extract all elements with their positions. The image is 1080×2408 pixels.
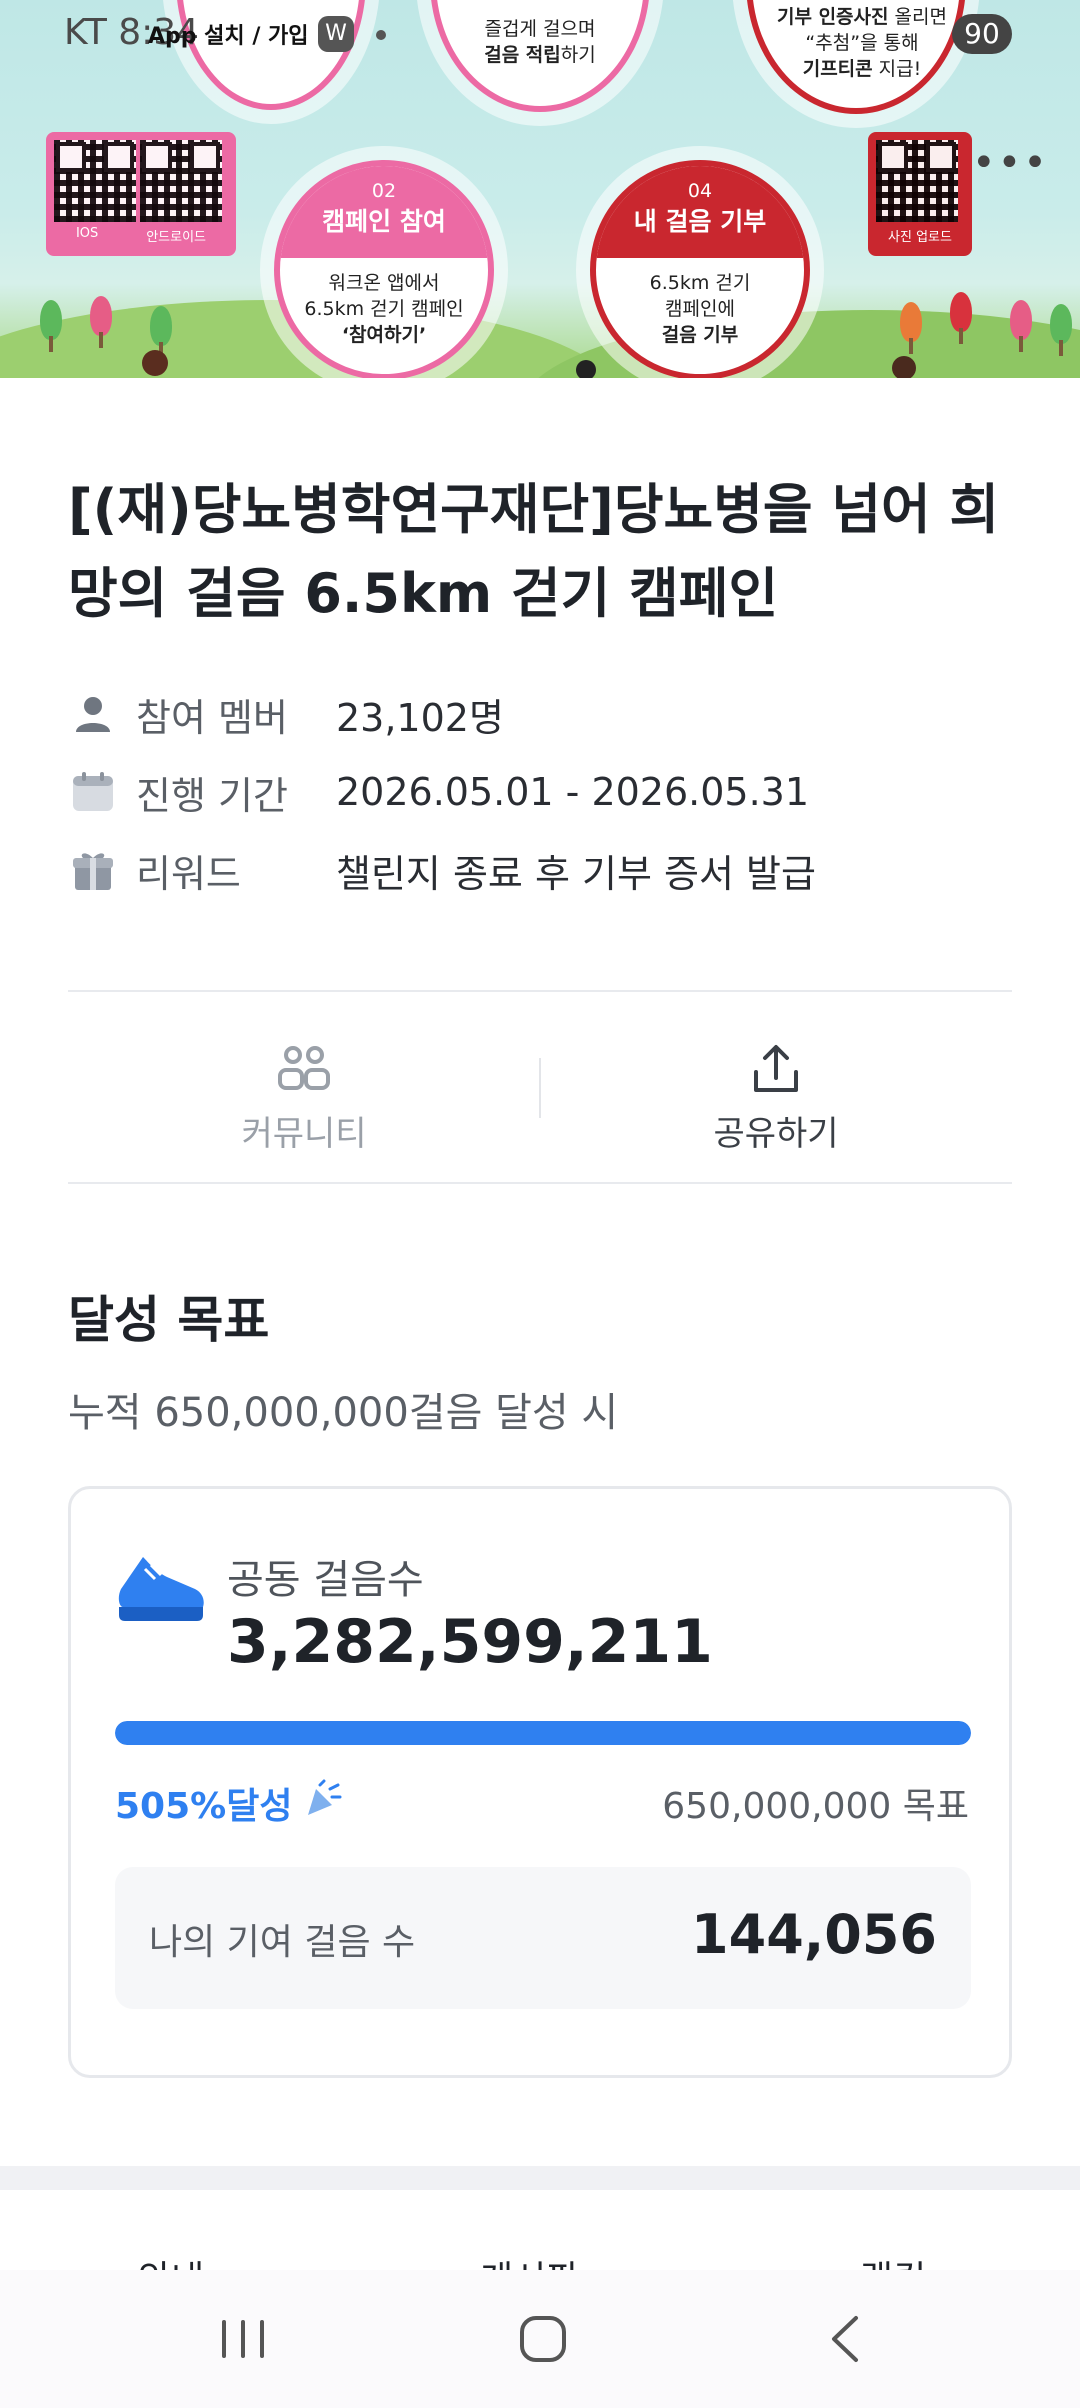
share-button[interactable]: 공유하기 <box>540 1010 1012 1180</box>
banner-step4-body3: 걸음 기부 <box>661 324 739 346</box>
share-icon <box>746 1040 806 1100</box>
party-popper-icon <box>302 1779 342 1828</box>
banner-tree <box>150 306 172 358</box>
qr-code-icon <box>54 140 136 222</box>
tab-board[interactable]: 게시판 <box>480 2250 579 2270</box>
banner-step4-body2: 캠페인에 <box>665 298 735 320</box>
info-row-reward: 리워드 챌린지 종료 후 기부 증서 발급 <box>70 840 816 900</box>
banner-tree <box>40 300 62 352</box>
banner-tree <box>1010 300 1032 352</box>
system-navigation-bar <box>0 2270 1080 2408</box>
achieved-indicator: 505%달성 <box>115 1777 342 1829</box>
my-steps-value: 144,056 <box>691 1903 937 1966</box>
community-button[interactable]: 커뮤니티 <box>68 1010 540 1180</box>
status-w-icon: W <box>318 16 354 52</box>
tab-ranking[interactable]: 랭킹 <box>860 2250 926 2270</box>
person-icon <box>70 691 116 737</box>
battery-icon: 90 <box>952 14 1012 54</box>
divider <box>68 1182 1012 1184</box>
my-steps-label: 나의 기여 걸음 수 <box>149 1922 416 1963</box>
info-value-reward: 챌린지 종료 후 기부 증서 발급 <box>336 851 816 896</box>
shared-steps-value: 3,282,599,211 <box>227 1607 713 1677</box>
banner-walker-figure <box>142 350 168 376</box>
banner-step4-heading: 내 걸음 기부 <box>633 207 767 236</box>
banner-step2-circle: 02 캠페인 참여 워크온 앱에서 6.5km 걷기 캠페인 ‘참여하기’ <box>274 160 494 378</box>
info-label-reward: 리워드 <box>136 851 241 896</box>
status-bar: KT 8:34 App 설치 / 가입 W 90 <box>0 0 1080 70</box>
divider <box>68 990 1012 992</box>
back-icon[interactable] <box>812 2304 882 2374</box>
banner-tree <box>950 292 972 344</box>
banner-tree <box>900 302 922 354</box>
info-row-members: 참여 멤버 23,102명 <box>70 684 504 744</box>
action-bar: 커뮤니티 공유하기 <box>68 1010 1012 1180</box>
banner-step4-number: 04 <box>687 180 713 202</box>
community-label: 커뮤니티 <box>241 1114 367 1154</box>
info-row-period: 진행 기간 2026.05.01 - 2026.05.31 <box>70 762 809 822</box>
info-label-members: 참여 멤버 <box>136 695 288 740</box>
banner-tree <box>1050 304 1072 356</box>
info-label-period: 진행 기간 <box>136 773 288 818</box>
shared-steps-label: 공동 걸음수 <box>227 1557 424 1603</box>
info-value-period: 2026.05.01 - 2026.05.31 <box>336 770 810 814</box>
banner-qr-upload: 사진 업로드 <box>868 132 972 256</box>
target-text: 650,000,000 목표 <box>662 1786 969 1827</box>
my-contribution-box: 나의 기여 걸음 수 144,056 <box>115 1867 971 2009</box>
banner-step2-number: 02 <box>371 180 397 202</box>
achieved-text: 505%달성 <box>115 1786 293 1827</box>
banner-step4-circle: 04 내 걸음 기부 6.5km 걷기 캠페인에 걸음 기부 <box>590 160 810 378</box>
goal-heading: 달성 목표 <box>68 1291 270 1349</box>
qr-label-android: 안드로이드 <box>146 230 207 245</box>
banner-qr-app: IOS 안드로이드 <box>46 132 236 256</box>
banner-tree <box>90 296 112 348</box>
qr-label-upload: 사진 업로드 <box>888 230 952 245</box>
qr-label-ios: IOS <box>75 226 99 241</box>
banner-step2-body1: 워크온 앱에서 <box>328 272 440 294</box>
status-app-badge: App 설치 / 가입 <box>148 24 309 49</box>
section-gap <box>0 2166 1080 2190</box>
goal-subtitle: 누적 650,000,000걸음 달성 시 <box>68 1390 619 1436</box>
tab-info[interactable]: 안내 <box>138 2250 204 2270</box>
calendar-icon <box>70 769 116 815</box>
tab-bar: 안내 게시판 랭킹 <box>0 2190 1080 2270</box>
more-dots-icon[interactable]: ••• <box>972 140 1049 186</box>
home-icon[interactable] <box>508 2304 578 2374</box>
qr-code-icon <box>876 140 958 222</box>
sneaker-icon <box>115 1549 207 1629</box>
banner-step2-cap: 02 캠페인 참여 <box>280 166 488 258</box>
banner-step2-body3: ‘참여하기’ <box>341 324 427 346</box>
banner-step2-body2: 6.5km 걷기 캠페인 <box>304 298 464 320</box>
status-dot-icon <box>376 30 386 40</box>
banner-step4-cap: 04 내 걸음 기부 <box>596 166 804 258</box>
goal-progress-card: 공동 걸음수 3,282,599,211 505%달성 650,000,000 … <box>68 1486 1012 2078</box>
share-label: 공유하기 <box>713 1114 839 1154</box>
community-icon <box>274 1040 334 1100</box>
banner-step2-heading: 캠페인 참여 <box>322 207 446 236</box>
info-value-members: 23,102명 <box>336 695 504 740</box>
banner-walker-figure <box>892 356 916 378</box>
qr-code-icon <box>140 140 222 222</box>
banner-step4-body1: 6.5km 걷기 <box>649 272 751 294</box>
recent-apps-icon[interactable] <box>208 2304 278 2374</box>
banner-walker-figure <box>576 360 596 378</box>
gift-icon <box>70 847 116 893</box>
campaign-title: [(재)당뇨병학연구재단]당뇨병을 넘어 희망의 걸음 6.5km 걷기 캠페인 <box>68 478 1000 625</box>
progress-bar-fill <box>115 1721 971 1745</box>
progress-bar <box>115 1721 971 1745</box>
